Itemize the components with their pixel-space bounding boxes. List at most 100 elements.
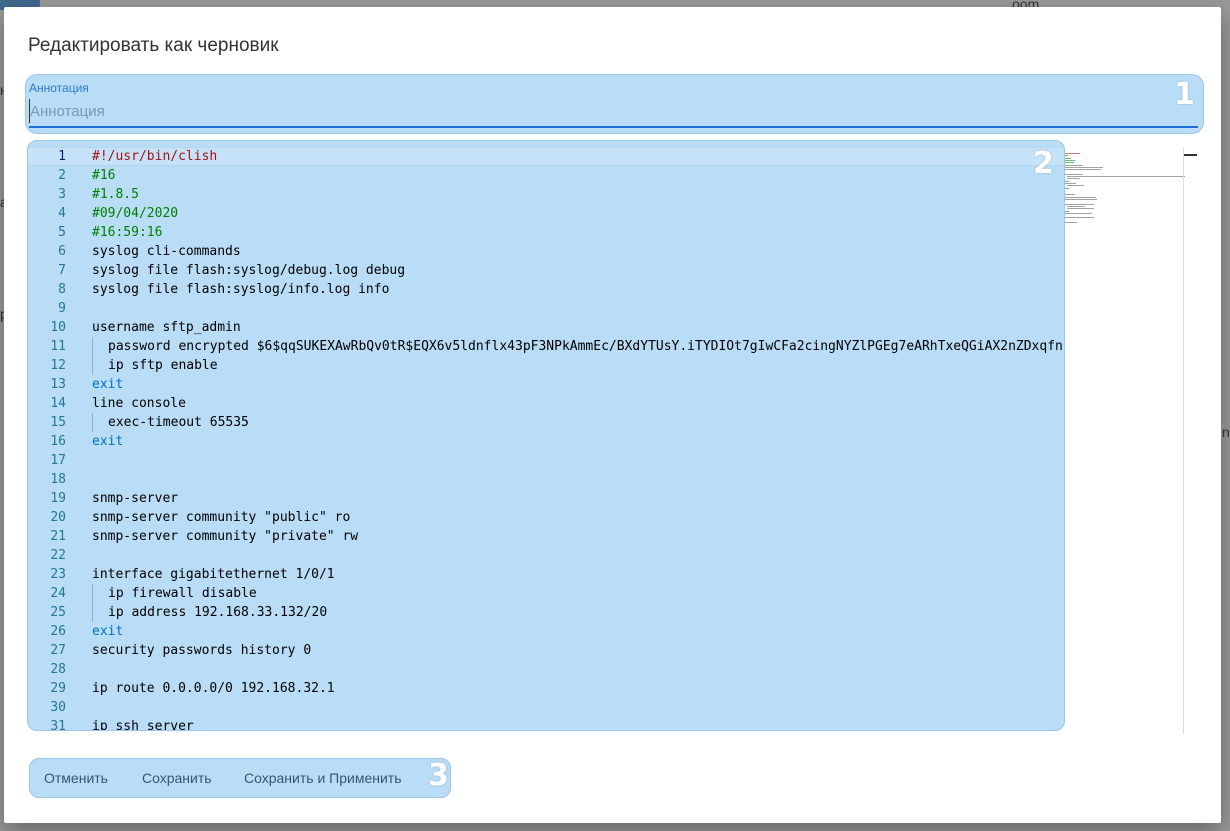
minimap-line [1065,173,1084,175]
dialog-actions: Отменить Сохранить Сохранить и Применить… [29,758,451,798]
minimap-line [1065,212,1092,214]
code-text: syslog file flash:syslog/info.log info [92,282,390,297]
line-number: 30 [50,700,66,715]
code-text: exit [92,434,124,449]
code-line[interactable]: 20 snmp-server community "public" ro [28,508,1064,527]
annotation-label: Аннотация [29,81,89,95]
line-number: 27 [50,643,66,658]
code-line[interactable]: 16 exit [28,432,1064,451]
code-text: line console [92,396,186,411]
code-line[interactable]: 22 [28,546,1064,565]
code-line[interactable]: 10 username sftp_admin [28,318,1064,337]
badge-number: 2 [1033,146,1054,181]
line-number: 9 [58,301,66,316]
code-line[interactable]: 18 [28,470,1064,489]
code-lines[interactable]: 1 #!/usr/bin/clish 2 #16 3 #1.8.5 4 #09/04/2020… [28,147,1064,731]
badge-number: 3 [428,758,449,793]
code-line[interactable]: 31 ip ssh server [28,717,1064,731]
code-text: syslog file flash:syslog/debug.log debug [92,263,406,278]
code-line[interactable]: 21 snmp-server community "private" rw [28,527,1064,546]
line-number: 23 [50,567,66,582]
line-number: 8 [58,282,66,297]
code-line[interactable]: 24 ip firewall disable [28,584,1064,603]
minimap-line [1065,182,1077,184]
line-number: 18 [50,472,66,487]
code-line[interactable]: 17 [28,451,1064,470]
line-number: 28 [50,662,66,677]
code-line[interactable]: 4 #09/04/2020 [28,204,1064,223]
code-text: exec-timeout 65535 [108,415,249,430]
code-line[interactable]: 29 ip route 0.0.0.0/0 192.168.32.1 [28,679,1064,698]
minimap-line [1065,153,1081,154]
line-number: 29 [50,681,66,696]
code-line[interactable]: 6 syslog cli-commands [28,242,1064,261]
code-line[interactable]: 25 ip address 192.168.33.132/20 [28,603,1064,622]
editor-scrollbar-track[interactable] [1183,147,1184,734]
code-line[interactable]: 7 syslog file flash:syslog/debug.log debu… [28,261,1064,280]
line-number: 11 [50,339,66,354]
code-line[interactable]: 3 #1.8.5 [28,185,1064,204]
code-text: #16 [92,168,116,183]
cancel-button[interactable]: Отменить [38,759,114,797]
code-text: ip sftp enable [108,358,218,373]
code-editor[interactable]: 1 #!/usr/bin/clish 2 #16 3 #1.8.5 4 #09/04/2020… [27,140,1065,731]
minimap-line [1065,180,1069,182]
dialog-title: Редактировать как черновик [28,35,279,56]
minimap-line [1067,178,1081,180]
edit-draft-dialog: Редактировать как черновик Аннотация 1 1… [4,7,1221,823]
code-text: exit [92,377,124,392]
line-number: 31 [50,719,66,731]
code-text: snmp-server [92,491,179,506]
code-line[interactable]: 26 exit [28,622,1064,641]
editor-minimap[interactable] [1063,147,1185,737]
minimap-line [1067,176,1185,177]
code-text: snmp-server community "public" ro [92,510,351,525]
minimap-line [1065,169,1102,171]
code-line[interactable]: 9 [28,299,1064,318]
code-line[interactable]: 23 interface gigabitethernet 1/0/1 [28,565,1064,584]
code-line[interactable]: 13 exit [28,375,1064,394]
annotation-field[interactable]: Аннотация 1 [25,74,1204,134]
code-text: ip address 192.168.33.132/20 [108,605,328,620]
line-number: 26 [50,624,66,639]
line-number: 14 [50,396,66,411]
minimap-line [1065,164,1084,166]
minimap-line [1065,155,1068,157]
minimap-line [1065,166,1103,168]
code-text: security passwords history 0 [92,643,312,658]
code-line[interactable]: 15 exec-timeout 65535 [28,413,1064,432]
line-number: 19 [50,491,66,506]
code-line[interactable]: 14 line console [28,394,1064,413]
minimap-line [1065,159,1076,161]
minimap-line [1067,208,1094,210]
code-line[interactable]: 11 password encrypted $6$qqSUKEXAwRbQv0tR… [28,337,1064,356]
line-number: 10 [50,320,66,335]
line-number: 7 [58,263,66,278]
code-line[interactable]: 28 [28,660,1064,679]
line-number: 25 [50,605,66,620]
line-number: 20 [50,510,66,525]
code-line[interactable]: 27 security passwords history 0 [28,641,1064,660]
badge-number: 1 [1174,77,1195,112]
code-line[interactable]: 8 syslog file flash:syslog/info.log info [28,280,1064,299]
code-line[interactable]: 2 #16 [28,166,1064,185]
line-number: 3 [58,187,66,202]
save-and-apply-button[interactable]: Сохранить и Применить [238,759,408,797]
code-line[interactable]: 12 ip sftp enable [28,356,1064,375]
minimap-line [1065,196,1097,198]
save-button[interactable]: Сохранить [136,759,218,797]
annotation-input[interactable] [29,99,1195,123]
code-text: #09/04/2020 [92,206,179,221]
minimap-line [1067,205,1086,207]
code-line[interactable]: 5 #16:59:16 [28,223,1064,242]
code-line[interactable]: 1 #!/usr/bin/clish [28,147,1064,166]
editor-scrollbar-thumb[interactable] [1184,154,1197,156]
code-line[interactable]: 30 [28,698,1064,717]
line-number: 4 [58,206,66,221]
minimap-line [1065,199,1098,200]
code-text: username sftp_admin [92,320,241,335]
line-number: 2 [58,168,66,183]
code-line[interactable]: 19 snmp-server [28,489,1064,508]
code-text: snmp-server community "private" rw [92,529,359,544]
line-number: 6 [58,244,66,259]
